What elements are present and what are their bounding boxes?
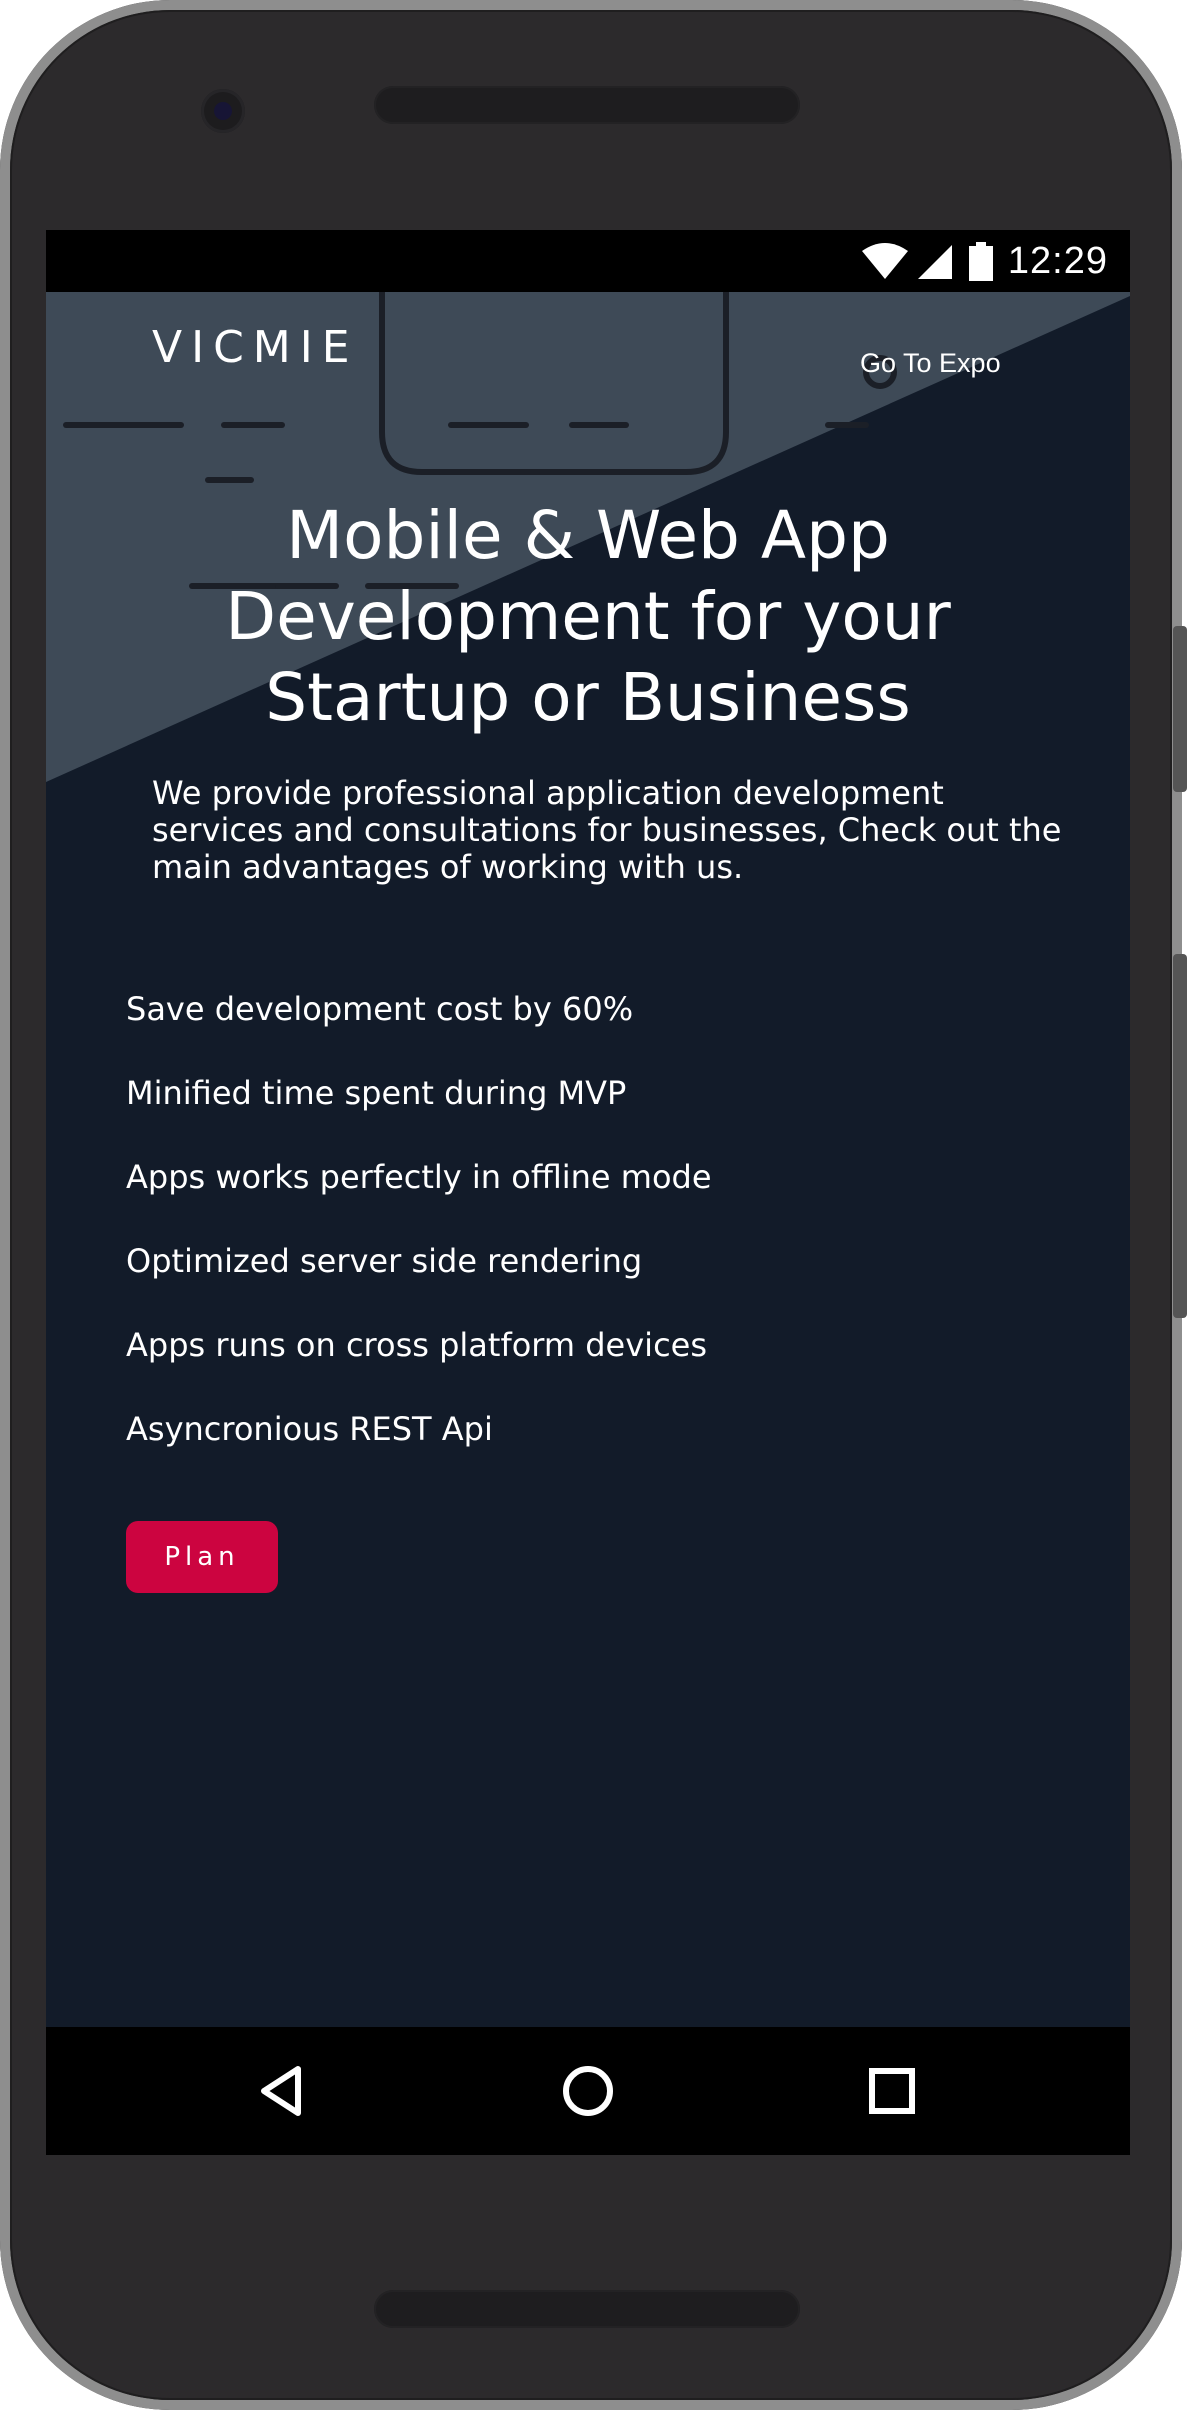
back-icon [261, 2066, 301, 2116]
app-page: VICMIE Go To Expo Mobile & Web App Devel… [46, 292, 1130, 2027]
status-time: 12:29 [1007, 239, 1108, 282]
home-button[interactable] [548, 2051, 628, 2131]
power-button [1173, 954, 1187, 1318]
list-item: Apps works perfectly in offline mode [126, 1158, 712, 1196]
hero-title: Mobile & Web App Development for your St… [225, 497, 951, 736]
home-icon [563, 2066, 613, 2116]
plan-button[interactable]: Plan [126, 1521, 278, 1593]
recent-apps-button[interactable] [852, 2051, 932, 2131]
list-item: Minified time spent during MVP [126, 1074, 627, 1112]
list-item: Asyncronious REST Api [126, 1410, 493, 1448]
list-item: Optimized server side rendering [126, 1242, 643, 1280]
go-to-expo-link[interactable]: Go To Expo [860, 348, 1001, 379]
cell-signal-icon [917, 245, 952, 279]
wifi-icon [861, 243, 908, 279]
back-button[interactable] [244, 2051, 324, 2131]
advantages-list: Save development cost by 60% Minified ti… [126, 990, 712, 1494]
android-nav-bar [46, 2027, 1130, 2155]
status-bar: 12:29 [46, 230, 1130, 292]
hero-subtitle: We provide professional application deve… [152, 774, 1062, 886]
battery-icon [968, 242, 993, 281]
volume-button [1173, 626, 1187, 792]
phone-screen: 12:29 VICMIE Go To Expo Mobile & Web App… [46, 230, 1130, 2155]
bottom-speaker [374, 2290, 800, 2328]
earpiece-speaker [374, 86, 800, 124]
brand-logo[interactable]: VICMIE [152, 322, 359, 373]
front-camera [201, 89, 245, 133]
recent-apps-icon [869, 2068, 915, 2114]
list-item: Save development cost by 60% [126, 990, 634, 1028]
list-item: Apps runs on cross platform devices [126, 1326, 708, 1364]
